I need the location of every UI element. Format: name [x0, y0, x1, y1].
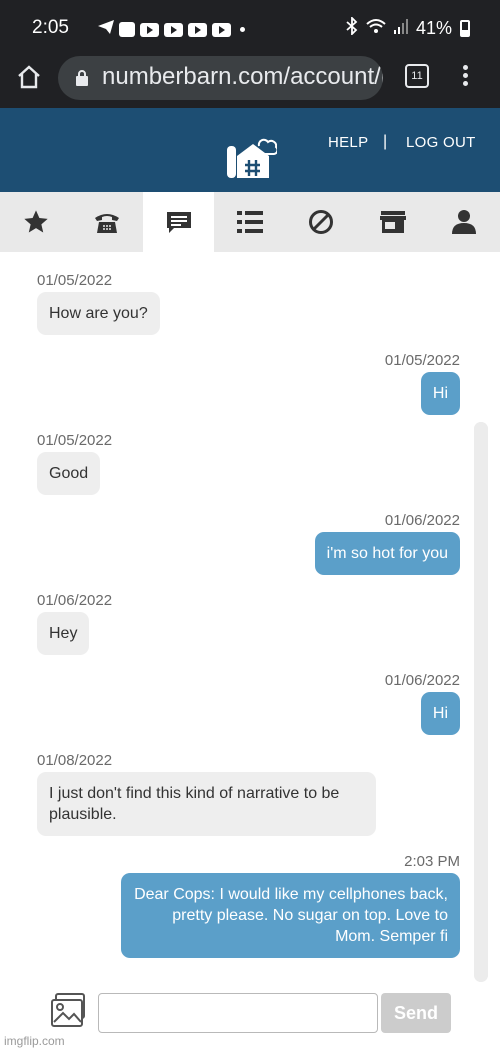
url-text: numberbarn.com/account/messages [102, 63, 383, 90]
outgoing-message: i'm so hot for you [314, 532, 460, 575]
header-separator: | [383, 133, 388, 150]
send-notification-icon [98, 20, 114, 39]
message-date: 01/05/2022 [37, 272, 113, 289]
youtube-notification-icon [140, 22, 159, 37]
attach-image-icon[interactable] [50, 992, 88, 1030]
address-bar[interactable]: numberbarn.com/account/messages [58, 56, 383, 100]
youtube-notification-icon [164, 22, 183, 37]
help-link[interactable]: HELP [328, 134, 368, 151]
star-icon [24, 210, 48, 233]
message-date: 01/06/2022 [384, 672, 460, 689]
incoming-message: Hey [37, 612, 90, 655]
tab-messages[interactable] [142, 192, 215, 252]
system-icons: 41% [346, 15, 470, 40]
logout-link[interactable]: LOG OUT [406, 134, 476, 151]
message-date: 01/05/2022 [37, 432, 113, 449]
incoming-message: I just don't find this kind of narrative… [37, 772, 376, 836]
tab-switcher-button[interactable]: 11 [405, 64, 429, 88]
signal-icon [393, 18, 408, 39]
battery-level: 41% [415, 18, 452, 38]
youtube-notification-icon [188, 22, 207, 37]
home-icon[interactable] [14, 62, 44, 92]
status-time: 2:05 [32, 17, 69, 38]
bluetooth-icon [346, 15, 358, 40]
battery-icon [460, 20, 470, 37]
list-icon [236, 211, 263, 233]
message-date: 01/05/2022 [384, 352, 460, 369]
notification-icons [98, 20, 245, 39]
message-date: 01/06/2022 [384, 512, 460, 529]
message-input[interactable] [98, 993, 378, 1033]
youtube-notification-icon [212, 22, 231, 37]
status-bar: 2:05 41% [0, 0, 500, 56]
tab-blocked[interactable] [286, 192, 357, 252]
message-icon [166, 212, 191, 233]
message-date: 01/06/2022 [37, 592, 113, 609]
tab-store[interactable] [357, 192, 428, 252]
user-icon [452, 210, 477, 234]
scroll-thumb[interactable] [474, 422, 488, 982]
nav-tabs [0, 192, 500, 252]
watermark: imgflip.com [4, 1034, 65, 1048]
numberbarn-logo[interactable] [225, 132, 279, 180]
tab-account[interactable] [429, 192, 500, 252]
outgoing-message: Hi [420, 692, 460, 735]
send-button[interactable]: Send [381, 993, 451, 1033]
tab-favorites[interactable] [0, 192, 71, 252]
scrollbar[interactable] [474, 422, 488, 982]
block-icon [309, 210, 334, 234]
store-icon [379, 211, 406, 233]
outgoing-message: Dear Cops: I would like my cellphones ba… [121, 873, 460, 958]
message-date: 2:03 PM [404, 853, 460, 870]
message-notification-icon [119, 22, 135, 37]
site-header: HELP | LOG OUT [0, 108, 500, 192]
conversation-thread: 01/05/2022 How are you? 01/05/2022 Hi 01… [0, 252, 500, 982]
tab-call-log[interactable] [214, 192, 285, 252]
incoming-message: Good [37, 452, 101, 495]
browser-toolbar: numberbarn.com/account/messages 11 [0, 56, 500, 108]
incoming-message: How are you? [37, 292, 160, 335]
phone-icon [95, 214, 120, 233]
tab-numbers[interactable] [71, 192, 142, 252]
outgoing-message: Hi [420, 372, 460, 415]
more-notifications-icon [240, 27, 245, 32]
message-date: 01/08/2022 [37, 752, 113, 769]
message-composer: Send imgflip.com [0, 985, 500, 1052]
lock-icon [76, 70, 88, 86]
wifi-icon [366, 18, 386, 39]
browser-menu-icon[interactable] [458, 62, 472, 92]
